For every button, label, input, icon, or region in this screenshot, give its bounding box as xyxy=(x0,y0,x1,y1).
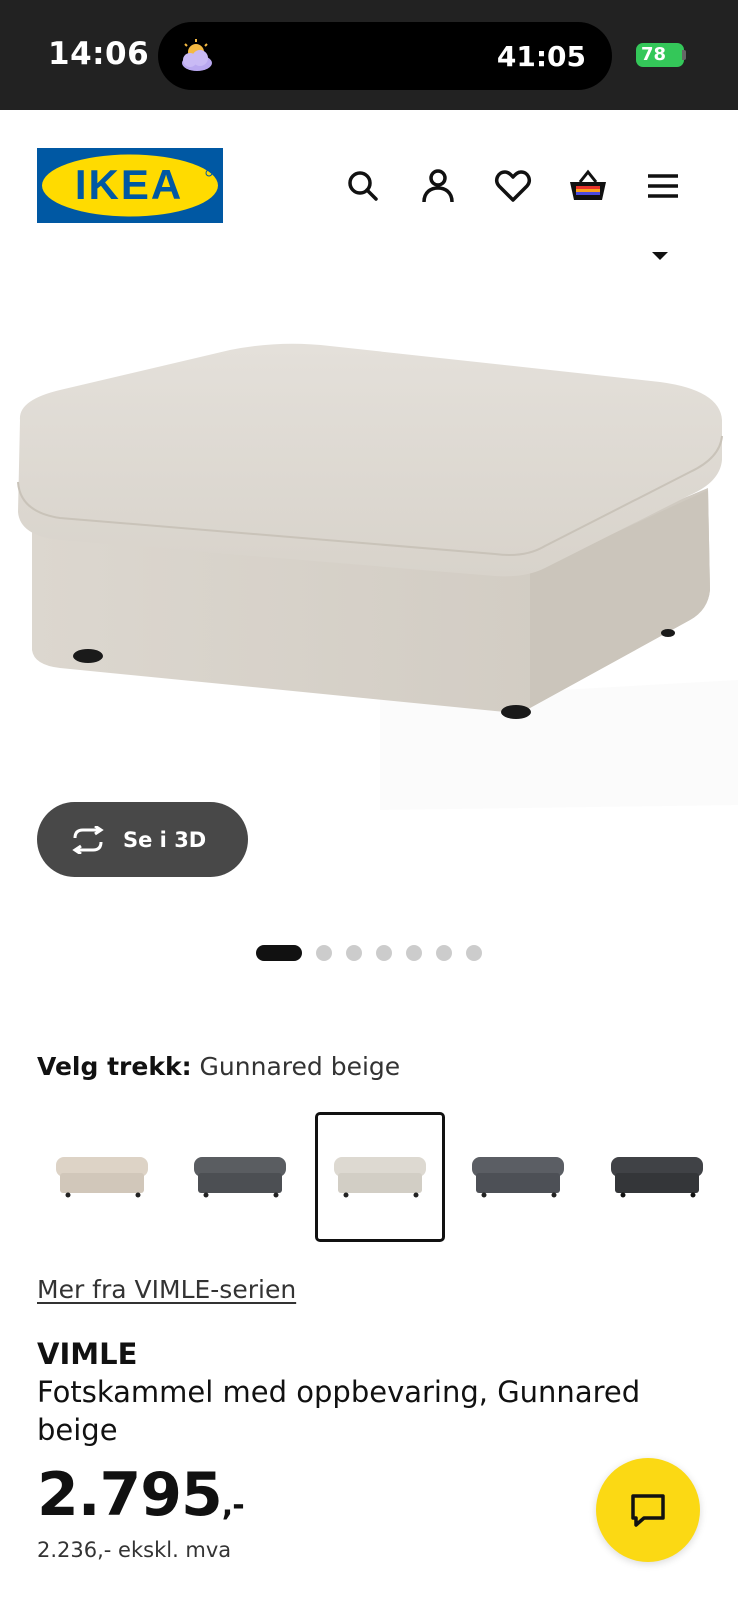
site-header: IKEA xyxy=(0,110,738,250)
battery-indicator: 78 xyxy=(636,43,684,67)
swatch-medium-gray[interactable] xyxy=(453,1112,583,1242)
price-value: 2.795 xyxy=(37,1460,223,1530)
ottoman-thumbnail xyxy=(194,1157,286,1198)
search-icon[interactable] xyxy=(343,166,383,206)
price-suffix: ,- xyxy=(221,1488,245,1523)
product-name: VIMLE xyxy=(37,1337,138,1371)
carousel-dot[interactable] xyxy=(346,945,362,961)
ottoman-thumbnail xyxy=(472,1157,564,1198)
product-image[interactable] xyxy=(0,250,738,810)
swatch-beige-light[interactable] xyxy=(37,1112,167,1242)
product-description: Fotskammel med oppbevaring, Gunnared bei… xyxy=(37,1375,641,1447)
cover-value: Gunnared beige xyxy=(199,1052,401,1081)
battery-level: 78 xyxy=(641,44,667,65)
status-time: 14:06 xyxy=(48,36,150,72)
product-price: 2.795,- xyxy=(37,1460,245,1530)
carousel-dot[interactable] xyxy=(466,945,482,961)
menu-icon[interactable] xyxy=(643,166,683,206)
heart-icon[interactable] xyxy=(493,166,533,206)
dynamic-island: 41:05 xyxy=(158,22,612,90)
series-link[interactable]: Mer fra VIMLE-serien xyxy=(37,1275,296,1304)
swatch-gunnared-beige[interactable] xyxy=(315,1112,445,1242)
chat-icon xyxy=(631,1494,665,1527)
status-bar: 14:06 41:05 78 xyxy=(0,0,738,110)
carousel-dot[interactable] xyxy=(406,945,422,961)
ottoman-thumbnail xyxy=(334,1157,426,1198)
carousel-dot[interactable] xyxy=(376,945,392,961)
swatch-charcoal[interactable] xyxy=(592,1112,722,1242)
ottoman-thumbnail xyxy=(56,1157,148,1198)
basket-icon[interactable] xyxy=(568,166,608,206)
svg-text:IKEA: IKEA xyxy=(75,161,183,208)
timer: 41:05 xyxy=(496,40,586,73)
price-ex-vat: 2.236,- ekskl. mva xyxy=(37,1538,232,1562)
cover-swatches xyxy=(37,1112,727,1242)
carousel-dot[interactable] xyxy=(436,945,452,961)
battery-cap xyxy=(682,50,686,60)
cover-label: Velg trekk: xyxy=(37,1052,192,1081)
view-in-3d-button[interactable]: Se i 3D xyxy=(37,802,248,877)
ottoman-thumbnail xyxy=(611,1157,703,1198)
ikea-logo[interactable]: IKEA xyxy=(37,148,223,223)
account-icon[interactable] xyxy=(418,166,458,206)
rotate-3d-icon xyxy=(72,825,104,854)
view-in-3d-label: Se i 3D xyxy=(123,827,207,852)
carousel-dot[interactable] xyxy=(256,945,302,961)
swatch-dark-gray[interactable] xyxy=(175,1112,305,1242)
weather-icon xyxy=(182,39,212,71)
carousel-pagination xyxy=(256,944,482,962)
chat-button[interactable] xyxy=(596,1458,700,1562)
cover-selection-label: Velg trekk: Gunnared beige xyxy=(37,1052,400,1081)
carousel-dot[interactable] xyxy=(316,945,332,961)
